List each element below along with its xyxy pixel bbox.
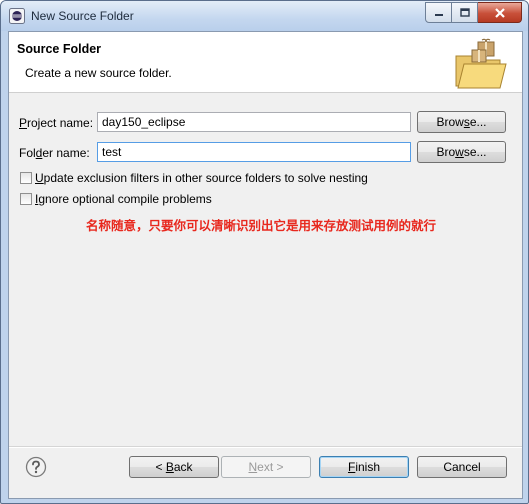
back-button[interactable]: < Back [129,456,219,478]
window-title: New Source Folder [31,9,134,23]
wizard-header: Source Folder Create a new source folder… [9,32,522,93]
close-button[interactable] [478,2,522,23]
folder-with-package-icon [455,38,507,89]
close-icon [494,7,505,18]
folder-name-field[interactable]: test [97,142,411,162]
title-bar[interactable]: New Source Folder [1,1,528,31]
minimize-icon [434,13,443,16]
footer-separator [9,446,522,448]
update-exclusion-filters-label[interactable]: Update exclusion filters in other source… [35,171,368,185]
dialog-client-area: Source Folder Create a new source folder… [8,31,523,499]
browse-folder-button[interactable]: Bro w se... [417,141,506,163]
maximize-icon [459,8,470,17]
cancel-button[interactable]: Cancel [417,456,507,478]
ignore-compile-problems-checkbox[interactable] [20,193,32,205]
ignore-compile-problems-label[interactable]: Ignore optional compile problems [35,192,212,206]
minimize-button[interactable] [425,2,452,23]
next-button[interactable]: Next > [221,456,311,478]
project-name-label: Project name: [19,116,94,130]
project-name-field[interactable]: day150_eclipse [97,112,411,132]
browse-project-button[interactable]: Brow s e... [417,111,506,133]
page-description: Create a new source folder. [25,66,172,80]
help-question-icon[interactable] [25,456,47,478]
dialog-window: New Source Folder Source Folder Create a… [0,0,529,504]
folder-name-label: Folder name: [19,146,90,160]
maximize-button[interactable] [452,2,478,23]
eclipse-icon [9,8,25,24]
annotation-text: 名称随意，只要你可以清晰识别出它是用来存放测试用例的就行 [86,219,437,233]
update-exclusion-filters-checkbox[interactable] [20,172,32,184]
page-title: Source Folder [17,42,102,56]
finish-button[interactable]: Finish [319,456,409,478]
